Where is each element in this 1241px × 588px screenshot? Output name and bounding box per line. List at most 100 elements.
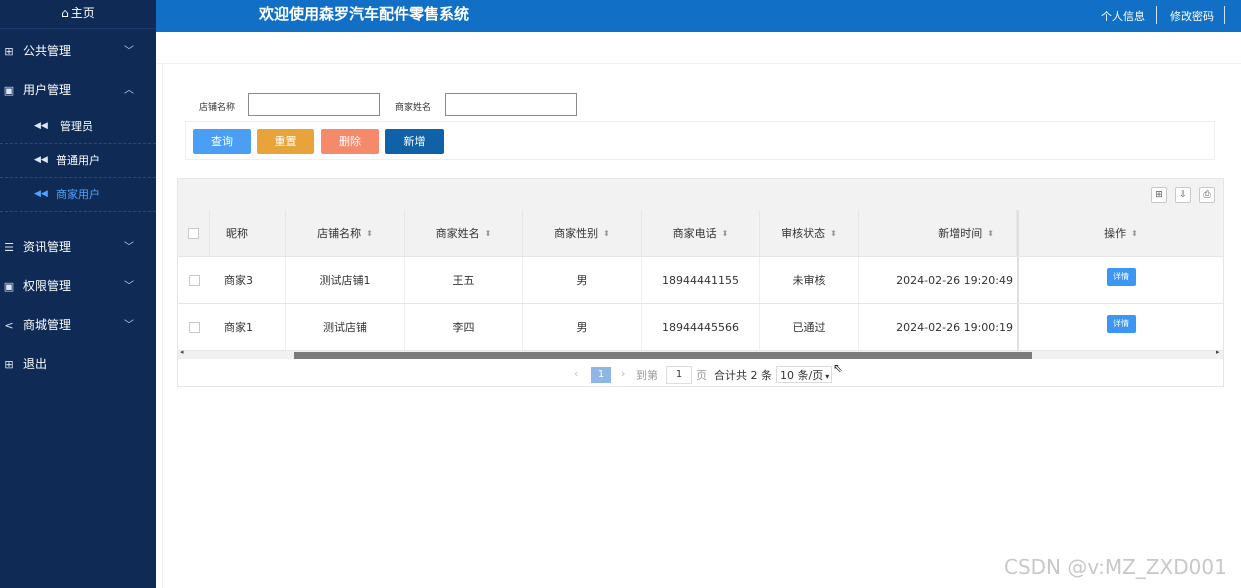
data-table: ⊞ ⇩ ⎙ 昵称 店铺名称 ⬍ 商家姓名 ⬍ 商家性别 ⬍ 商家电话 ⬍ 审核状态 ⬍ 新…: [177, 178, 1224, 387]
table-toolbar: ⊞ ⇩ ⎙: [178, 179, 1223, 210]
home-label: 主页: [70, 6, 95, 20]
col-label: 商家姓名: [435, 227, 480, 240]
home-icon: ⌂: [61, 6, 69, 20]
sidebar-subitem-label: 普通用户: [56, 154, 100, 167]
sidebar-subitem-admin[interactable]: ◀◀ 管理员: [0, 110, 156, 144]
cell-merchant-name: 王五: [405, 257, 523, 303]
cell-merchant-name: 李四: [405, 304, 523, 350]
book-icon: ▣: [3, 84, 15, 97]
cell-shop-name: 测试店铺1: [286, 257, 405, 303]
header-divider: [1224, 6, 1225, 24]
add-button[interactable]: 新增: [385, 129, 444, 154]
col-merchant-name[interactable]: 商家姓名 ⬍: [405, 210, 523, 256]
col-label: 店铺名称: [317, 227, 362, 240]
query-button[interactable]: 查询: [193, 129, 251, 154]
chevron-down-icon: ﹀: [124, 46, 134, 57]
col-status[interactable]: 审核状态 ⬍: [760, 210, 859, 256]
sort-icon[interactable]: ⬍: [485, 229, 492, 238]
sort-icon[interactable]: ⬍: [987, 229, 994, 238]
col-label: 昵称: [226, 227, 248, 240]
col-phone[interactable]: 商家电话 ⬍: [642, 210, 760, 256]
chevron-down-icon: ﹀: [124, 242, 134, 253]
prev-page-icon[interactable]: ‹: [574, 367, 578, 380]
merchant-name-label: 商家姓名: [395, 103, 432, 113]
cell-actions: 详情: [1017, 304, 1223, 350]
table-header: 昵称 店铺名称 ⬍ 商家姓名 ⬍ 商家性别 ⬍ 商家电话 ⬍ 审核状态 ⬍ 新增时间 ⬍ 操…: [178, 210, 1223, 257]
book-icon: ▣: [3, 280, 15, 293]
cell-gender: 男: [523, 257, 642, 303]
watermark: CSDN @v:MZ_ZXD001: [1004, 555, 1227, 579]
cell-gender: 男: [523, 304, 642, 350]
detail-button[interactable]: 详情: [1106, 268, 1136, 286]
shop-name-input[interactable]: [248, 93, 380, 116]
scroll-left-icon[interactable]: ◂: [180, 348, 184, 356]
sidebar-item-users[interactable]: ▣ 用户管理 ︿: [0, 71, 156, 110]
top-header: 欢迎使用森罗汽车配件零售系统 个人信息 修改密码: [156, 0, 1241, 32]
sidebar-item-logout[interactable]: ⊞ 退出: [0, 345, 156, 384]
sidebar-item-label: 用户管理: [23, 83, 72, 97]
page-size-value: 10 条/页: [780, 369, 824, 382]
sidebar-item-mall[interactable]: < 商城管理 ﹀: [0, 306, 156, 345]
export-icon[interactable]: ⇩: [1175, 187, 1191, 203]
reset-button[interactable]: 重置: [257, 129, 314, 154]
sort-icon[interactable]: ⬍: [603, 229, 610, 238]
chevron-down-icon: ﹀: [124, 281, 134, 292]
col-gender[interactable]: 商家性别 ⬍: [523, 210, 642, 256]
sidebar-home[interactable]: ⌂ 主页: [0, 0, 156, 29]
sidebar-item-public[interactable]: ⊞ 公共管理 ﹀: [0, 32, 156, 71]
double-arrow-icon: ◀◀: [34, 189, 48, 199]
double-arrow-icon: ◀◀: [34, 155, 48, 165]
col-created-time[interactable]: 新增时间 ⬍: [859, 210, 1017, 256]
sidebar-subitem-merchant-users[interactable]: ◀◀ 商家用户: [0, 178, 156, 212]
cell-phone: 18944445566: [642, 304, 760, 350]
grid-icon: ⊞: [4, 358, 14, 371]
detail-button[interactable]: 详情: [1106, 315, 1136, 333]
col-shop-name[interactable]: 店铺名称 ⬍: [286, 210, 405, 256]
mouse-cursor-icon: ⇖: [833, 361, 844, 375]
table-row: 商家3 测试店铺1 王五 男 18944441155 未审核 2024-02-2…: [178, 257, 1223, 304]
next-page-icon[interactable]: ›: [621, 367, 625, 380]
cell-created-time: 2024-02-26 19:20:49: [896, 273, 1013, 287]
cell-nickname: 商家3: [210, 257, 286, 303]
sidebar-item-label: 资讯管理: [23, 240, 72, 254]
profile-link[interactable]: 个人信息: [1101, 8, 1145, 24]
sort-icon[interactable]: ⬍: [722, 229, 729, 238]
page-size-select[interactable]: 10 条/页 ▾: [776, 366, 832, 383]
sort-icon[interactable]: ⬍: [830, 229, 837, 238]
cell-nickname: 商家1: [210, 304, 286, 350]
chevron-down-icon: ﹀: [124, 320, 134, 331]
select-all-checkbox[interactable]: [188, 227, 199, 239]
row-checkbox[interactable]: [188, 274, 200, 286]
sidebar-item-permissions[interactable]: ▣ 权限管理 ﹀: [0, 267, 156, 306]
sidebar-item-label: 公共管理: [23, 44, 72, 58]
delete-button[interactable]: 删除: [321, 129, 379, 154]
shop-name-label: 店铺名称: [199, 103, 236, 113]
row-checkbox[interactable]: [188, 321, 200, 333]
sort-icon[interactable]: ⬍: [366, 229, 373, 238]
goto-page-input[interactable]: 1: [666, 366, 692, 384]
print-icon[interactable]: ⎙: [1199, 187, 1215, 203]
columns-icon[interactable]: ⊞: [1151, 187, 1167, 203]
merchant-name-input[interactable]: [445, 93, 577, 116]
horizontal-scrollbar[interactable]: ◂ ▸: [178, 348, 1223, 359]
cell-status: 已通过: [760, 304, 859, 350]
col-label: 操作: [1104, 227, 1127, 240]
sidebar-item-news[interactable]: ☰ 资讯管理 ﹀: [0, 228, 156, 267]
sidebar: ⌂ 主页 ⊞ 公共管理 ﹀ ▣ 用户管理 ︿ ◀◀ 管理员 ◀◀ 普通用户 ◀◀ …: [0, 0, 156, 588]
list-icon: ☰: [4, 241, 14, 254]
cell-status: 未审核: [760, 257, 859, 303]
col-label: 商家性别: [554, 227, 599, 240]
table-row: 商家1 测试店铺 李四 男 18944445566 已通过 2024-02-26…: [178, 304, 1223, 351]
chevron-up-icon: ︿: [124, 85, 134, 96]
cell-shop-name: 测试店铺: [286, 304, 405, 350]
scroll-thumb[interactable]: [294, 352, 1032, 359]
sidebar-subitem-regular-users[interactable]: ◀◀ 普通用户: [0, 144, 156, 178]
select-all-cell: [178, 210, 210, 256]
page-number-current[interactable]: 1: [591, 367, 611, 383]
change-password-link[interactable]: 修改密码: [1170, 8, 1214, 24]
cell-phone: 18944441155: [642, 257, 760, 303]
sort-icon[interactable]: ⬍: [1131, 229, 1138, 238]
scroll-right-icon[interactable]: ▸: [1216, 348, 1220, 356]
col-actions[interactable]: 操作 ⬍: [1017, 210, 1223, 256]
col-label: 商家电话: [672, 227, 717, 240]
